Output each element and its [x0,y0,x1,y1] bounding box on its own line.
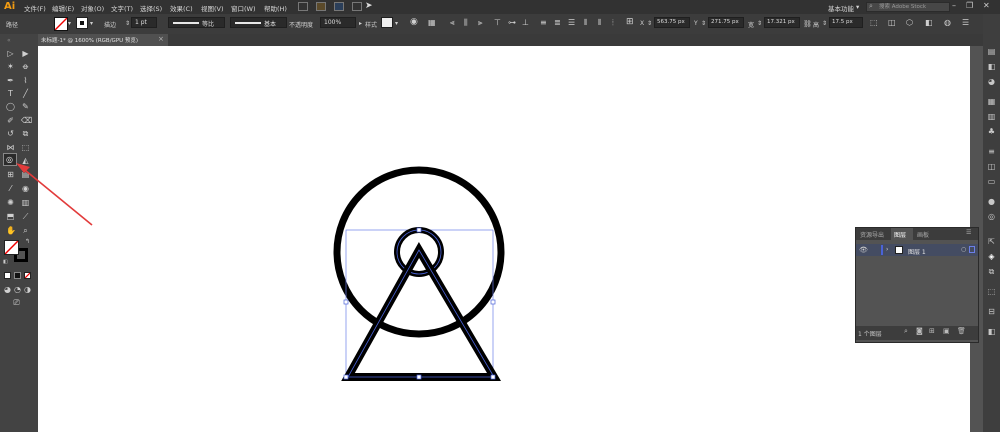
transparency-panel-icon[interactable]: ● [987,197,996,206]
anchor-point [343,374,349,380]
export-panel-icon[interactable]: ⇱ [987,237,996,246]
layer-thumbnail [895,246,903,254]
anchor-point [416,227,422,233]
tab-layers[interactable]: 图层 [894,230,906,239]
expand-layer-icon[interactable]: › [886,246,888,253]
libraries-panel-icon[interactable]: ◧ [987,62,996,71]
swatches-panel-icon[interactable]: ▥ [987,112,996,121]
stroke-panel-icon[interactable]: ◫ [987,162,996,171]
transform-panel-icon[interactable]: ⬚ [987,287,996,296]
anchor-point [343,299,349,305]
locate-object-icon[interactable]: ⌕ [904,328,911,335]
color-panel-icon[interactable]: ◕ [987,77,996,86]
new-sublayer-icon[interactable]: ⊞ [929,328,936,335]
new-layer-icon[interactable]: ▣ [943,328,950,335]
color-guide-icon[interactable]: ▦ [987,97,996,106]
tab-artboards[interactable]: 画板 [917,230,929,239]
layer-count: 1 个图层 [858,331,882,338]
make-clipping-mask-icon[interactable]: ◙ [916,328,923,335]
properties-panel-icon[interactable]: ▤ [987,47,996,56]
annotation-arrow-line [19,165,93,226]
selection-indicator-icon[interactable] [969,246,975,253]
pathfinder-panel-icon[interactable]: ◧ [987,327,996,336]
align-panel-icon[interactable]: ⊟ [987,307,996,316]
anchor-point [490,374,496,380]
symbols-panel-icon[interactable]: ≡ [987,147,996,156]
panel-menu-icon[interactable]: ☰ [966,229,971,236]
tab-asset-export[interactable]: 资源导出 [860,230,884,239]
gradient-panel-icon[interactable]: ▭ [987,177,996,186]
visibility-eye-icon[interactable]: 👁 [859,246,868,254]
layers-panel-icon[interactable]: ◈ [987,252,996,261]
artwork-layer [16,163,505,381]
delete-layer-icon[interactable]: 🗑 [957,328,966,335]
anchor-point [416,374,422,380]
target-icon[interactable]: ○ [961,246,966,253]
appearance-panel-icon[interactable]: ◎ [987,212,996,221]
artboards-panel-icon[interactable]: ⧉ [987,267,996,276]
brushes-panel-icon[interactable]: ♣ [987,127,996,136]
layer-name[interactable]: 图层 1 [908,247,926,256]
anchor-point [490,299,496,305]
layer-color-bar [881,245,883,255]
